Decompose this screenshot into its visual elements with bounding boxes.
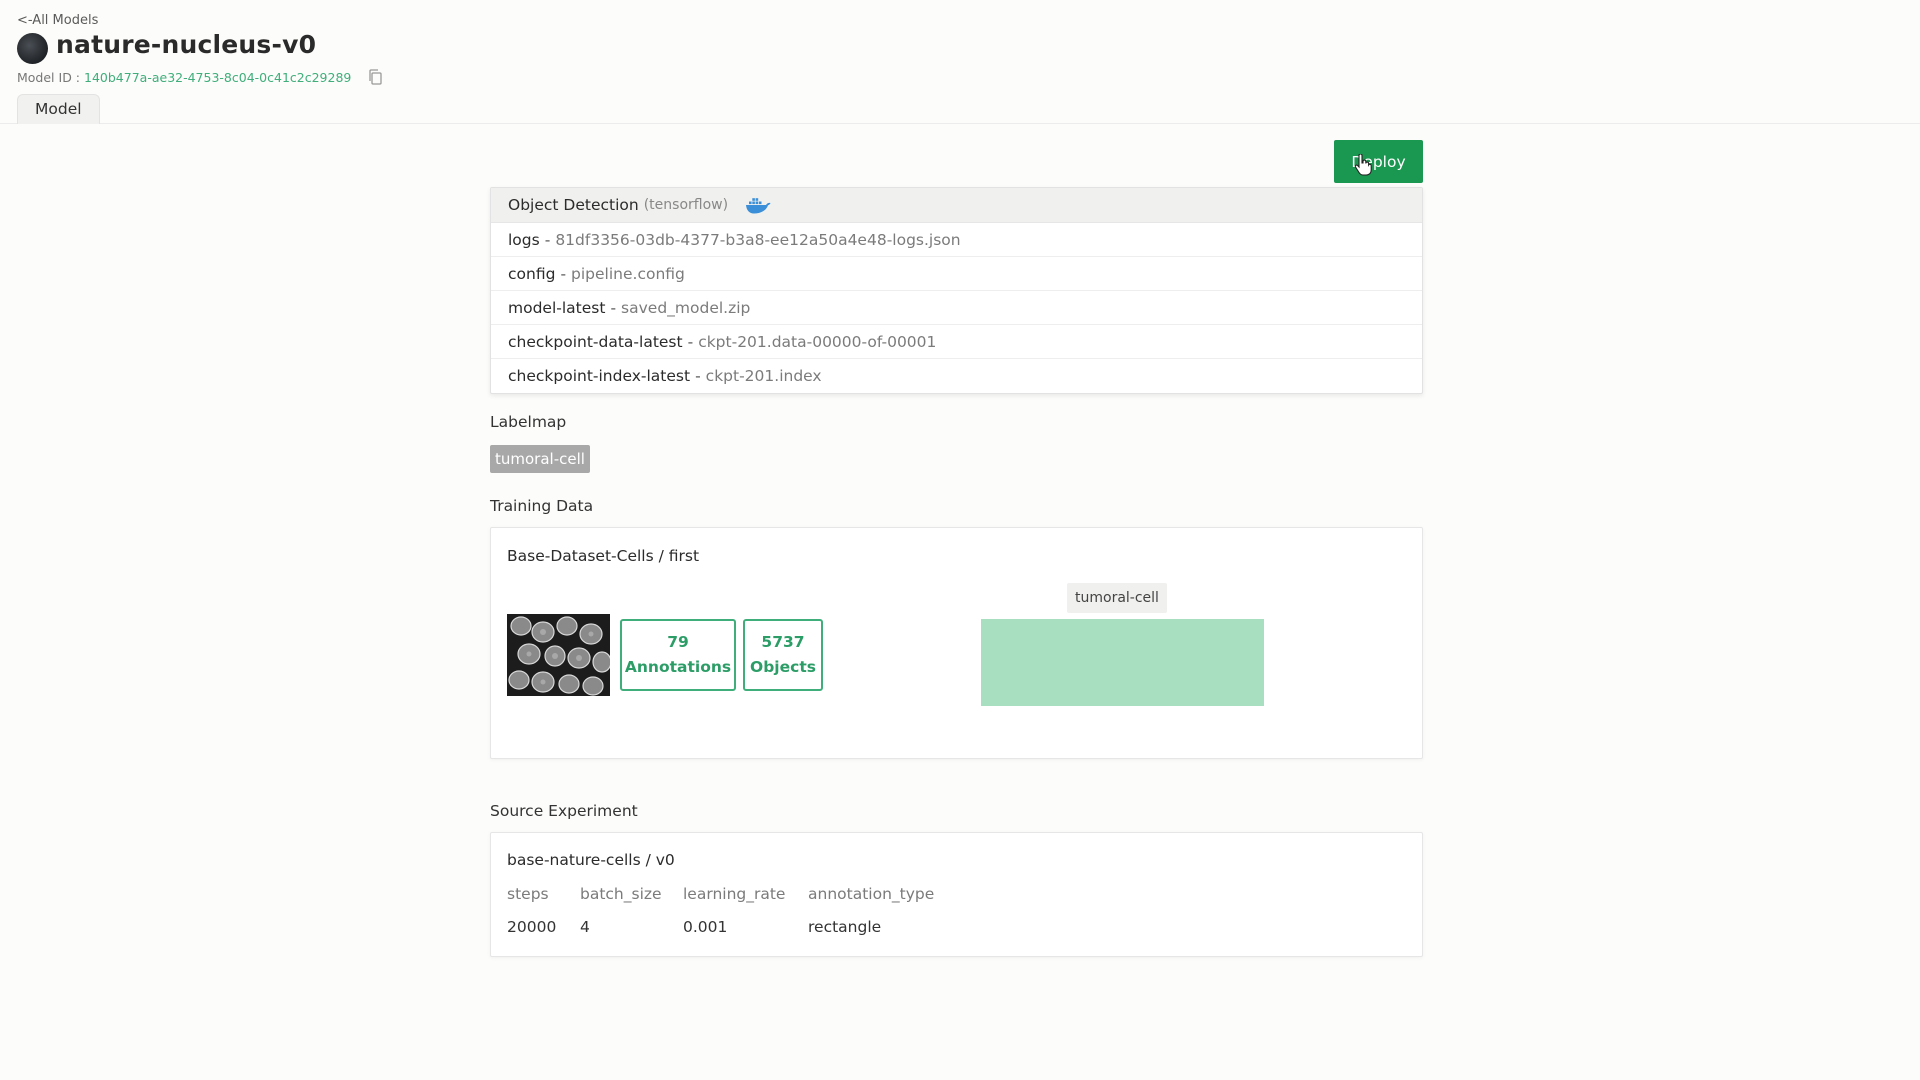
chart-category-label: tumoral-cell [1067, 583, 1167, 613]
experiment-link[interactable]: base-nature-cells / v0 [507, 851, 675, 869]
training-data-card: Base-Dataset-Cells / first 79 Annotation… [490, 527, 1423, 759]
label-chip: tumoral-cell [490, 445, 590, 473]
file-link[interactable]: pipeline.config [571, 265, 685, 283]
file-row-config: config - pipeline.config [491, 257, 1422, 291]
param-value-steps: 20000 [507, 918, 557, 936]
param-header-batch-size: batch_size [580, 885, 662, 903]
param-value-batch-size: 4 [580, 918, 590, 936]
tab-model[interactable]: Model [17, 94, 100, 124]
file-row-logs: logs -81df3356-03db-4377-b3a8-ee12a50a4e4… [491, 223, 1422, 257]
file-row-checkpoint-index-latest: checkpoint-index-latest - ckpt-201.index [508, 367, 822, 385]
chart-bar-tumoral-cell [981, 619, 1264, 706]
task-type: Object Detection [508, 196, 639, 214]
page-header: <-All Models nature-nucleus-v0 Model ID … [0, 0, 1920, 124]
file-key: checkpoint-index-latest [508, 367, 691, 385]
objects-label: Objects [750, 658, 816, 676]
deploy-button[interactable]: Deploy [1334, 140, 1423, 183]
model-files-card: Object Detection (tensorflow) logs -81df3… [490, 187, 1423, 394]
label-distribution-chart [981, 619, 1264, 706]
docker-icon [746, 198, 771, 214]
annotations-stat[interactable]: 79 Annotations [620, 619, 736, 691]
file-key: logs [508, 230, 540, 249]
dataset-link[interactable]: Base-Dataset-Cells / first [507, 547, 699, 565]
file-link[interactable]: ckpt-201.data-00000-of-00001 [698, 333, 936, 351]
file-row-model-latest: model-latest - saved_model.zip [491, 291, 1422, 325]
source-experiment-card: base-nature-cells / v0 steps batch_size … [490, 832, 1423, 957]
file-link[interactable]: 81df3356-03db-4377-b3a8-ee12a50a4e48-log… [555, 231, 960, 249]
param-header-learning-rate: learning_rate [683, 885, 786, 903]
back-to-all-models-link[interactable]: <-All Models [17, 13, 98, 28]
annotations-label: Annotations [624, 658, 732, 676]
model-id-value: 140b477a-ae32-4753-8c04-0c41c2c29289 [84, 69, 352, 85]
param-value-annotation-type: rectangle [808, 918, 882, 936]
labelmap-heading: Labelmap [490, 413, 567, 431]
dataset-thumbnail[interactable] [507, 614, 610, 696]
objects-stat[interactable]: 5737 Objects [743, 619, 823, 691]
param-header-steps: steps [507, 885, 549, 903]
model-id-row: Model ID : 140b477a-ae32-4753-8c04-0c41c… [17, 68, 383, 86]
model-avatar [17, 33, 48, 64]
file-link[interactable]: saved_model.zip [621, 299, 750, 317]
param-header-annotation-type: annotation_type [808, 885, 935, 903]
param-value-learning-rate: 0.001 [683, 918, 728, 936]
file-link[interactable]: ckpt-201.index [706, 367, 822, 385]
file-row-checkpoint-data-latest: checkpoint-data-latest - ckpt-201.data-000… [491, 325, 1422, 359]
file-key: config [508, 264, 556, 283]
annotations-count: 79 [667, 633, 689, 651]
file-key: checkpoint-data-latest [508, 332, 683, 351]
framework-label: (tensorflow) [643, 197, 729, 213]
files-card-header: Object Detection (tensorflow) [491, 188, 1422, 223]
training-data-heading: Training Data [490, 497, 594, 515]
file-key: model-latest [508, 298, 606, 317]
page-title: nature-nucleus-v0 [56, 30, 317, 59]
model-id-label: Model ID : [17, 69, 81, 85]
copy-icon[interactable] [367, 68, 383, 86]
objects-count: 5737 [761, 633, 805, 651]
source-experiment-heading: Source Experiment [490, 802, 638, 820]
